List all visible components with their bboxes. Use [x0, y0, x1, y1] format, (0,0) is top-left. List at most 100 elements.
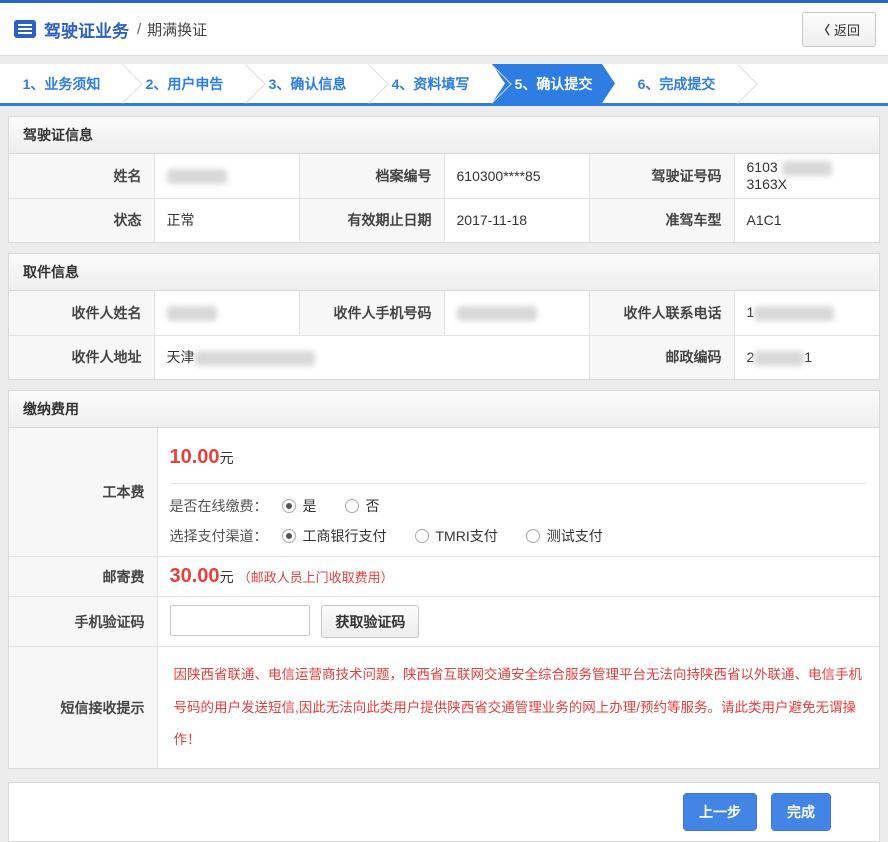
recipient-phone-prefix: 1 [747, 304, 755, 320]
license-info-section-title: 驾驶证信息 [9, 117, 879, 154]
recipient-name-value [154, 291, 299, 335]
recipient-address-label: 收件人地址 [9, 335, 154, 379]
radio-checked-icon[interactable] [282, 499, 296, 513]
step-1-business-notice[interactable]: 1、业务须知 [0, 64, 123, 103]
channel-icbc-label: 工商银行支付 [303, 526, 387, 546]
expiry-date-value: 2017-11-18 [444, 198, 589, 242]
expiry-date-label: 有效期止日期 [299, 198, 444, 242]
production-fee-unit: 元 [220, 450, 234, 466]
recipient-phone-value: 1 [734, 291, 879, 335]
zip-prefix: 2 [747, 349, 755, 365]
online-payment-option-no[interactable]: 否 [345, 496, 380, 516]
payment-channel-label: 选择支付渠道： [170, 526, 268, 546]
pickup-info-section: 取件信息 收件人姓名 收件人手机号码 收件人联系电话 1 收件人地址 天津 邮政… [8, 253, 880, 380]
license-business-icon [14, 20, 36, 38]
postage-fee-cell: 30.00元 （邮政人员上门收取费用） [157, 557, 879, 597]
zip-code-label: 邮政编码 [589, 335, 734, 379]
redacted-license-middle [782, 161, 832, 176]
step-4-fill-data[interactable]: 4、资料填写 [369, 64, 492, 103]
sms-notice-text: 因陕西省联通、电信运营商技术问题，陕西省互联网交通安全综合服务管理平台无法向持陕… [170, 655, 868, 760]
step-6-complete-submit[interactable]: 6、完成提交 [615, 64, 738, 103]
name-value [154, 154, 299, 198]
recipient-phone-label: 收件人联系电话 [589, 291, 734, 335]
step-navigation: 1、业务须知 2、用户申告 3、确认信息 4、资料填写 5、确认提交 6、完成提… [0, 64, 888, 106]
table-row: 邮寄费 30.00元 （邮政人员上门收取费用） [9, 557, 879, 597]
redacted-zip [754, 351, 804, 366]
production-fee-amount-line: 10.00元 [170, 436, 868, 483]
table-row: 收件人姓名 收件人手机号码 收件人联系电话 1 [9, 291, 879, 335]
channel-option-tmri[interactable]: TMRI支付 [415, 526, 498, 546]
breadcrumb: 期满换证 [147, 19, 207, 40]
step-5-confirm-submit-active[interactable]: 5、确认提交 [492, 64, 615, 103]
pickup-info-table: 收件人姓名 收件人手机号码 收件人联系电话 1 收件人地址 天津 邮政编码 21 [9, 291, 879, 379]
redacted-recipient-mobile [457, 306, 537, 321]
step-3-confirm-info[interactable]: 3、确认信息 [246, 64, 369, 103]
license-info-table: 姓名 档案编号 610300****85 驾驶证号码 6103 3163X 状态… [9, 154, 879, 242]
license-number-prefix: 6103 [747, 159, 778, 175]
footer-action-bar: 上一步 完成 [8, 782, 880, 842]
postage-fee-unit: 元 [220, 569, 234, 585]
sms-code-label: 手机验证码 [9, 597, 157, 647]
sms-notice-cell: 因陕西省联通、电信运营商技术问题，陕西省互联网交通安全综合服务管理平台无法向持陕… [157, 647, 879, 769]
postage-fee-amount: 30.00 [170, 565, 220, 587]
radio-unchecked-icon[interactable] [345, 499, 359, 513]
option-no-label: 否 [366, 496, 380, 516]
page-header: 驾驶证业务 / 期满换证 〈 返回 [0, 3, 888, 56]
back-button[interactable]: 〈 返回 [802, 12, 876, 47]
recipient-mobile-value [444, 291, 589, 335]
channel-option-icbc[interactable]: 工商银行支付 [282, 526, 387, 546]
recipient-mobile-label: 收件人手机号码 [299, 291, 444, 335]
status-label: 状态 [9, 198, 154, 242]
status-value: 正常 [154, 198, 299, 242]
recipient-address-prefix: 天津 [167, 349, 195, 365]
payment-section-title: 缴纳费用 [9, 391, 879, 428]
finish-button[interactable]: 完成 [771, 793, 831, 831]
redacted-recipient-name [167, 306, 217, 321]
get-sms-code-button[interactable]: 获取验证码 [321, 605, 419, 638]
payment-channel-question: 选择支付渠道： 工商银行支付 TMRI支付 测试支付 [170, 526, 868, 546]
radio-unchecked-icon[interactable] [415, 529, 429, 543]
back-button-label: 返回 [834, 20, 860, 39]
option-yes-label: 是 [303, 496, 317, 516]
name-label: 姓名 [9, 154, 154, 198]
recipient-name-label: 收件人姓名 [9, 291, 154, 335]
vehicle-class-label: 准驾车型 [589, 198, 734, 242]
redacted-name [167, 169, 227, 184]
production-fee-label: 工本费 [9, 428, 157, 557]
table-row: 工本费 10.00元 是否在线缴费： 是 否 [9, 428, 879, 557]
channel-tmri-label: TMRI支付 [436, 526, 498, 546]
zip-code-value: 21 [734, 335, 879, 379]
online-payment-label: 是否在线缴费： [170, 496, 268, 516]
online-payment-option-yes[interactable]: 是 [282, 496, 317, 516]
redacted-recipient-phone [754, 306, 834, 321]
payment-section: 缴纳费用 工本费 10.00元 是否在线缴费： 是 [8, 390, 880, 769]
license-number-label: 驾驶证号码 [589, 154, 734, 198]
radio-unchecked-icon[interactable] [526, 529, 540, 543]
sms-notice-label: 短信接收提示 [9, 647, 157, 769]
file-number-value: 610300****85 [444, 154, 589, 198]
license-number-suffix: 3163X [747, 176, 787, 192]
table-row: 手机验证码 获取验证码 [9, 597, 879, 647]
radio-checked-icon[interactable] [282, 529, 296, 543]
production-fee-amount: 10.00 [170, 446, 220, 468]
payment-table: 工本费 10.00元 是否在线缴费： 是 否 [9, 428, 879, 768]
page-title: 驾驶证业务 [44, 17, 129, 42]
recipient-address-value: 天津 [154, 335, 589, 379]
pickup-info-section-title: 取件信息 [9, 254, 879, 291]
redacted-recipient-address [195, 351, 315, 366]
sms-code-input[interactable] [170, 605, 310, 636]
channel-test-label: 测试支付 [547, 526, 603, 546]
table-row: 短信接收提示 因陕西省联通、电信运营商技术问题，陕西省互联网交通安全综合服务管理… [9, 647, 879, 769]
table-row: 收件人地址 天津 邮政编码 21 [9, 335, 879, 379]
license-number-value: 6103 3163X [734, 154, 879, 198]
table-row: 姓名 档案编号 610300****85 驾驶证号码 6103 3163X [9, 154, 879, 198]
postage-fee-note: （邮政人员上门收取费用） [238, 570, 394, 585]
previous-step-button[interactable]: 上一步 [683, 793, 757, 831]
step-2-user-declaration[interactable]: 2、用户申告 [123, 64, 246, 103]
chevron-left-icon: 〈 [818, 21, 830, 38]
channel-option-test[interactable]: 测试支付 [526, 526, 603, 546]
payment-questions: 是否在线缴费： 是 否 选择支付渠道： [170, 483, 868, 546]
zip-suffix: 1 [804, 349, 812, 365]
file-number-label: 档案编号 [299, 154, 444, 198]
postage-fee-label: 邮寄费 [9, 557, 157, 597]
